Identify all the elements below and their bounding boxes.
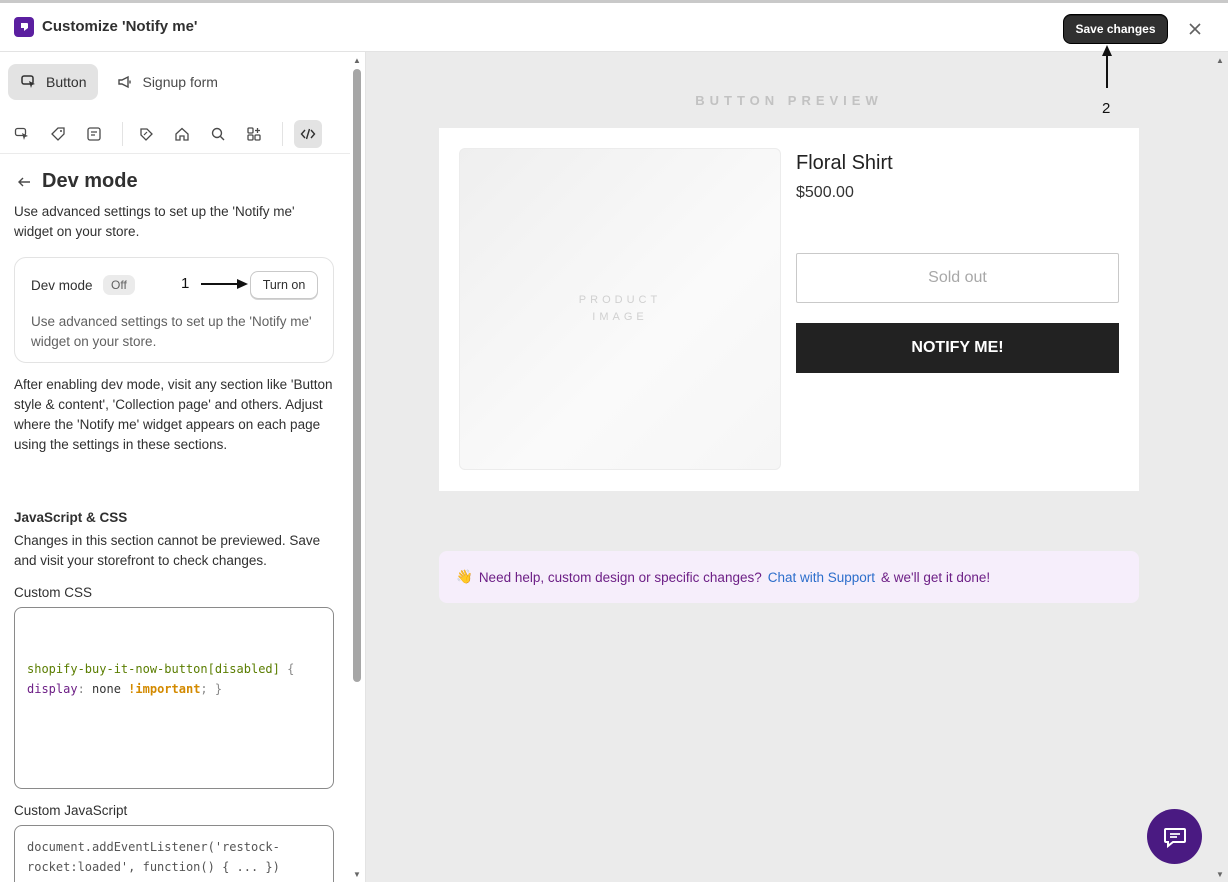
css-colon: : bbox=[77, 682, 85, 696]
tab-signup-form-label: Signup form bbox=[142, 74, 218, 90]
code-icon[interactable] bbox=[294, 120, 322, 148]
notify-me-button[interactable]: NOTIFY ME! bbox=[796, 323, 1119, 373]
css-important: !important bbox=[128, 682, 201, 696]
custom-css-label: Custom CSS bbox=[14, 585, 93, 600]
help-suffix: & we'll get it done! bbox=[881, 569, 991, 585]
product-image-placeholder: PRODUCT IMAGE bbox=[459, 148, 781, 470]
help-text: Need help, custom design or specific cha… bbox=[478, 569, 762, 585]
tag-icon[interactable] bbox=[44, 120, 72, 148]
scroll-up-icon[interactable]: ▲ bbox=[352, 56, 362, 66]
tab-button[interactable]: Button bbox=[8, 64, 99, 100]
product-price: $500.00 bbox=[796, 184, 854, 201]
status-badge: Off bbox=[103, 275, 135, 295]
app-logo-icon bbox=[14, 17, 34, 37]
css-selector: shopify-buy-it-now-button[disabled] bbox=[27, 662, 280, 676]
product-name: Floral Shirt bbox=[796, 152, 893, 174]
price-tag-icon[interactable] bbox=[132, 120, 160, 148]
dev-mode-card: Dev mode Off 1 Turn on Use advanced sett… bbox=[14, 257, 334, 363]
custom-js-label: Custom JavaScript bbox=[14, 803, 128, 818]
preview-scroll-up-icon[interactable]: ▲ bbox=[1216, 56, 1224, 65]
chat-support-button[interactable] bbox=[1147, 809, 1202, 864]
cursor-click-icon[interactable] bbox=[8, 120, 36, 148]
js-code-line-1: document.addEventListener('restock- bbox=[27, 840, 280, 854]
sold-out-button: Sold out bbox=[796, 253, 1119, 303]
tab-signup-form[interactable]: Signup form bbox=[104, 64, 229, 100]
annotation-arrow-up-icon bbox=[1102, 45, 1112, 88]
cursor-click-icon bbox=[21, 75, 35, 88]
app-header: Customize 'Notify me' Save changes bbox=[0, 0, 1228, 52]
js-css-heading: JavaScript & CSS bbox=[14, 510, 128, 525]
js-css-description: Changes in this section cannot be previe… bbox=[14, 533, 321, 568]
js-code-line-2: rocket:loaded', function() { ... }) bbox=[27, 860, 280, 874]
css-value: none bbox=[84, 682, 129, 696]
close-icon[interactable] bbox=[1185, 19, 1205, 39]
annotation-number-1: 1 bbox=[181, 275, 190, 292]
chat-with-support-link[interactable]: Chat with Support bbox=[768, 570, 875, 585]
chat-bubble-icon bbox=[1163, 827, 1186, 848]
css-open-brace: { bbox=[279, 662, 295, 676]
save-changes-button[interactable]: Save changes bbox=[1063, 14, 1168, 44]
icon-divider bbox=[122, 122, 123, 146]
css-close-brace: ; } bbox=[200, 682, 223, 696]
back-arrow-icon[interactable] bbox=[14, 172, 34, 192]
preview-scrollbar[interactable]: ▲ ▼ bbox=[1213, 52, 1228, 882]
section-icon-bar bbox=[0, 112, 350, 154]
home-icon[interactable] bbox=[168, 120, 196, 148]
section-title: Dev mode bbox=[42, 170, 138, 192]
tab-button-label: Button bbox=[46, 74, 87, 90]
sidebar-scrollbar[interactable]: ▲ ▼ bbox=[350, 52, 364, 882]
css-code-line-2: display: none !important; } bbox=[27, 679, 321, 699]
megaphone-icon bbox=[118, 75, 132, 89]
dev-mode-card-description: Use advanced settings to set up the 'Not… bbox=[31, 314, 312, 349]
waving-hand-icon: 👋 bbox=[456, 569, 473, 584]
search-icon[interactable] bbox=[204, 120, 232, 148]
custom-css-editor[interactable]: shopify-buy-it-now-button[disabled] { di… bbox=[14, 607, 334, 789]
top-tabs: Button Signup form bbox=[8, 64, 230, 100]
product-preview-card: PRODUCT IMAGE Floral Shirt $500.00 Sold … bbox=[439, 128, 1139, 491]
custom-js-editor[interactable]: document.addEventListener('restock- rock… bbox=[14, 825, 334, 882]
apps-icon[interactable] bbox=[240, 120, 268, 148]
note-icon[interactable] bbox=[80, 120, 108, 148]
button-preview-label: BUTTON PREVIEW bbox=[695, 93, 883, 108]
icon-divider bbox=[282, 122, 283, 146]
preview-scroll-down-icon[interactable]: ▼ bbox=[1216, 870, 1224, 879]
settings-sidebar: Button Signup form Dev mode Use advanced… bbox=[0, 52, 366, 882]
dev-mode-after-text: After enabling dev mode, visit any secti… bbox=[14, 377, 333, 452]
page-title: Customize 'Notify me' bbox=[42, 18, 198, 35]
scrollbar-thumb[interactable] bbox=[353, 69, 361, 682]
css-code-line-1: shopify-buy-it-now-button[disabled] { bbox=[27, 659, 321, 679]
help-banner: 👋 Need help, custom design or specific c… bbox=[439, 551, 1139, 603]
annotation-arrow-icon bbox=[201, 279, 248, 289]
annotation-number-2: 2 bbox=[1102, 100, 1111, 117]
dev-mode-label: Dev mode bbox=[31, 278, 93, 293]
dev-mode-intro: Use advanced settings to set up the 'Not… bbox=[14, 204, 295, 239]
turn-on-button[interactable]: Turn on bbox=[250, 271, 318, 299]
css-property: display bbox=[27, 682, 78, 696]
scroll-down-icon[interactable]: ▼ bbox=[352, 870, 362, 880]
product-image-label: PRODUCT IMAGE bbox=[578, 294, 662, 323]
